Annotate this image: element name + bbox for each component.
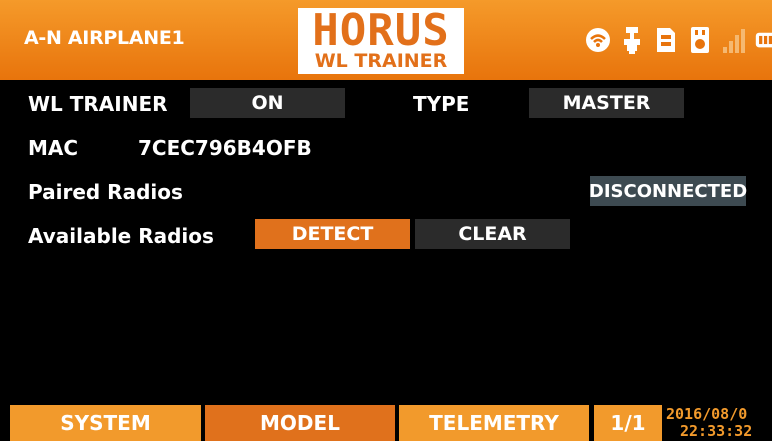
- battery-icon: [755, 23, 772, 57]
- tab-system[interactable]: SYSTEM: [10, 405, 201, 441]
- trainer-icon: [619, 23, 645, 57]
- wl-trainer-toggle[interactable]: ON: [190, 88, 345, 118]
- date-text: 2016/08/0: [666, 405, 748, 423]
- wl-trainer-label: WL TRAINER: [28, 92, 168, 116]
- tab-telemetry[interactable]: TELEMETRY: [399, 405, 589, 441]
- mac-label: MAC: [28, 136, 79, 160]
- horus-logo: HORUS WL TRAINER: [298, 8, 464, 74]
- top-bar: A-N AIRPLANE1 HORUS WL TRAINER: [0, 0, 772, 80]
- paired-radios-label: Paired Radios: [28, 180, 183, 204]
- datetime: 2016/08/0 22:33:32: [666, 405, 772, 441]
- logo-subtitle: WL TRAINER: [314, 50, 448, 72]
- paired-status-badge: DISCONNECTED: [589, 176, 747, 206]
- status-icons: [585, 22, 772, 58]
- sd-card-icon: [653, 23, 679, 57]
- detect-button[interactable]: DETECT: [255, 219, 410, 249]
- type-label: TYPE: [413, 92, 470, 116]
- clear-button[interactable]: CLEAR: [415, 219, 570, 249]
- usb-icon: [687, 23, 713, 57]
- mac-value: 7CEC796B4OFB: [138, 136, 312, 160]
- tab-model[interactable]: MODEL: [205, 405, 395, 441]
- available-radios-label: Available Radios: [28, 224, 214, 248]
- bottom-bar: SYSTEM MODEL TELEMETRY 1/1 2016/08/0 22:…: [0, 405, 772, 441]
- page-indicator: 1/1: [594, 405, 662, 441]
- wifi-icon: [585, 23, 611, 57]
- model-name: A-N AIRPLANE1: [24, 27, 185, 49]
- logo-title: HORUS: [312, 5, 450, 56]
- type-select[interactable]: MASTER: [529, 88, 684, 118]
- time-text: 22:33:32: [680, 422, 753, 440]
- signal-bars-icon: [721, 23, 747, 57]
